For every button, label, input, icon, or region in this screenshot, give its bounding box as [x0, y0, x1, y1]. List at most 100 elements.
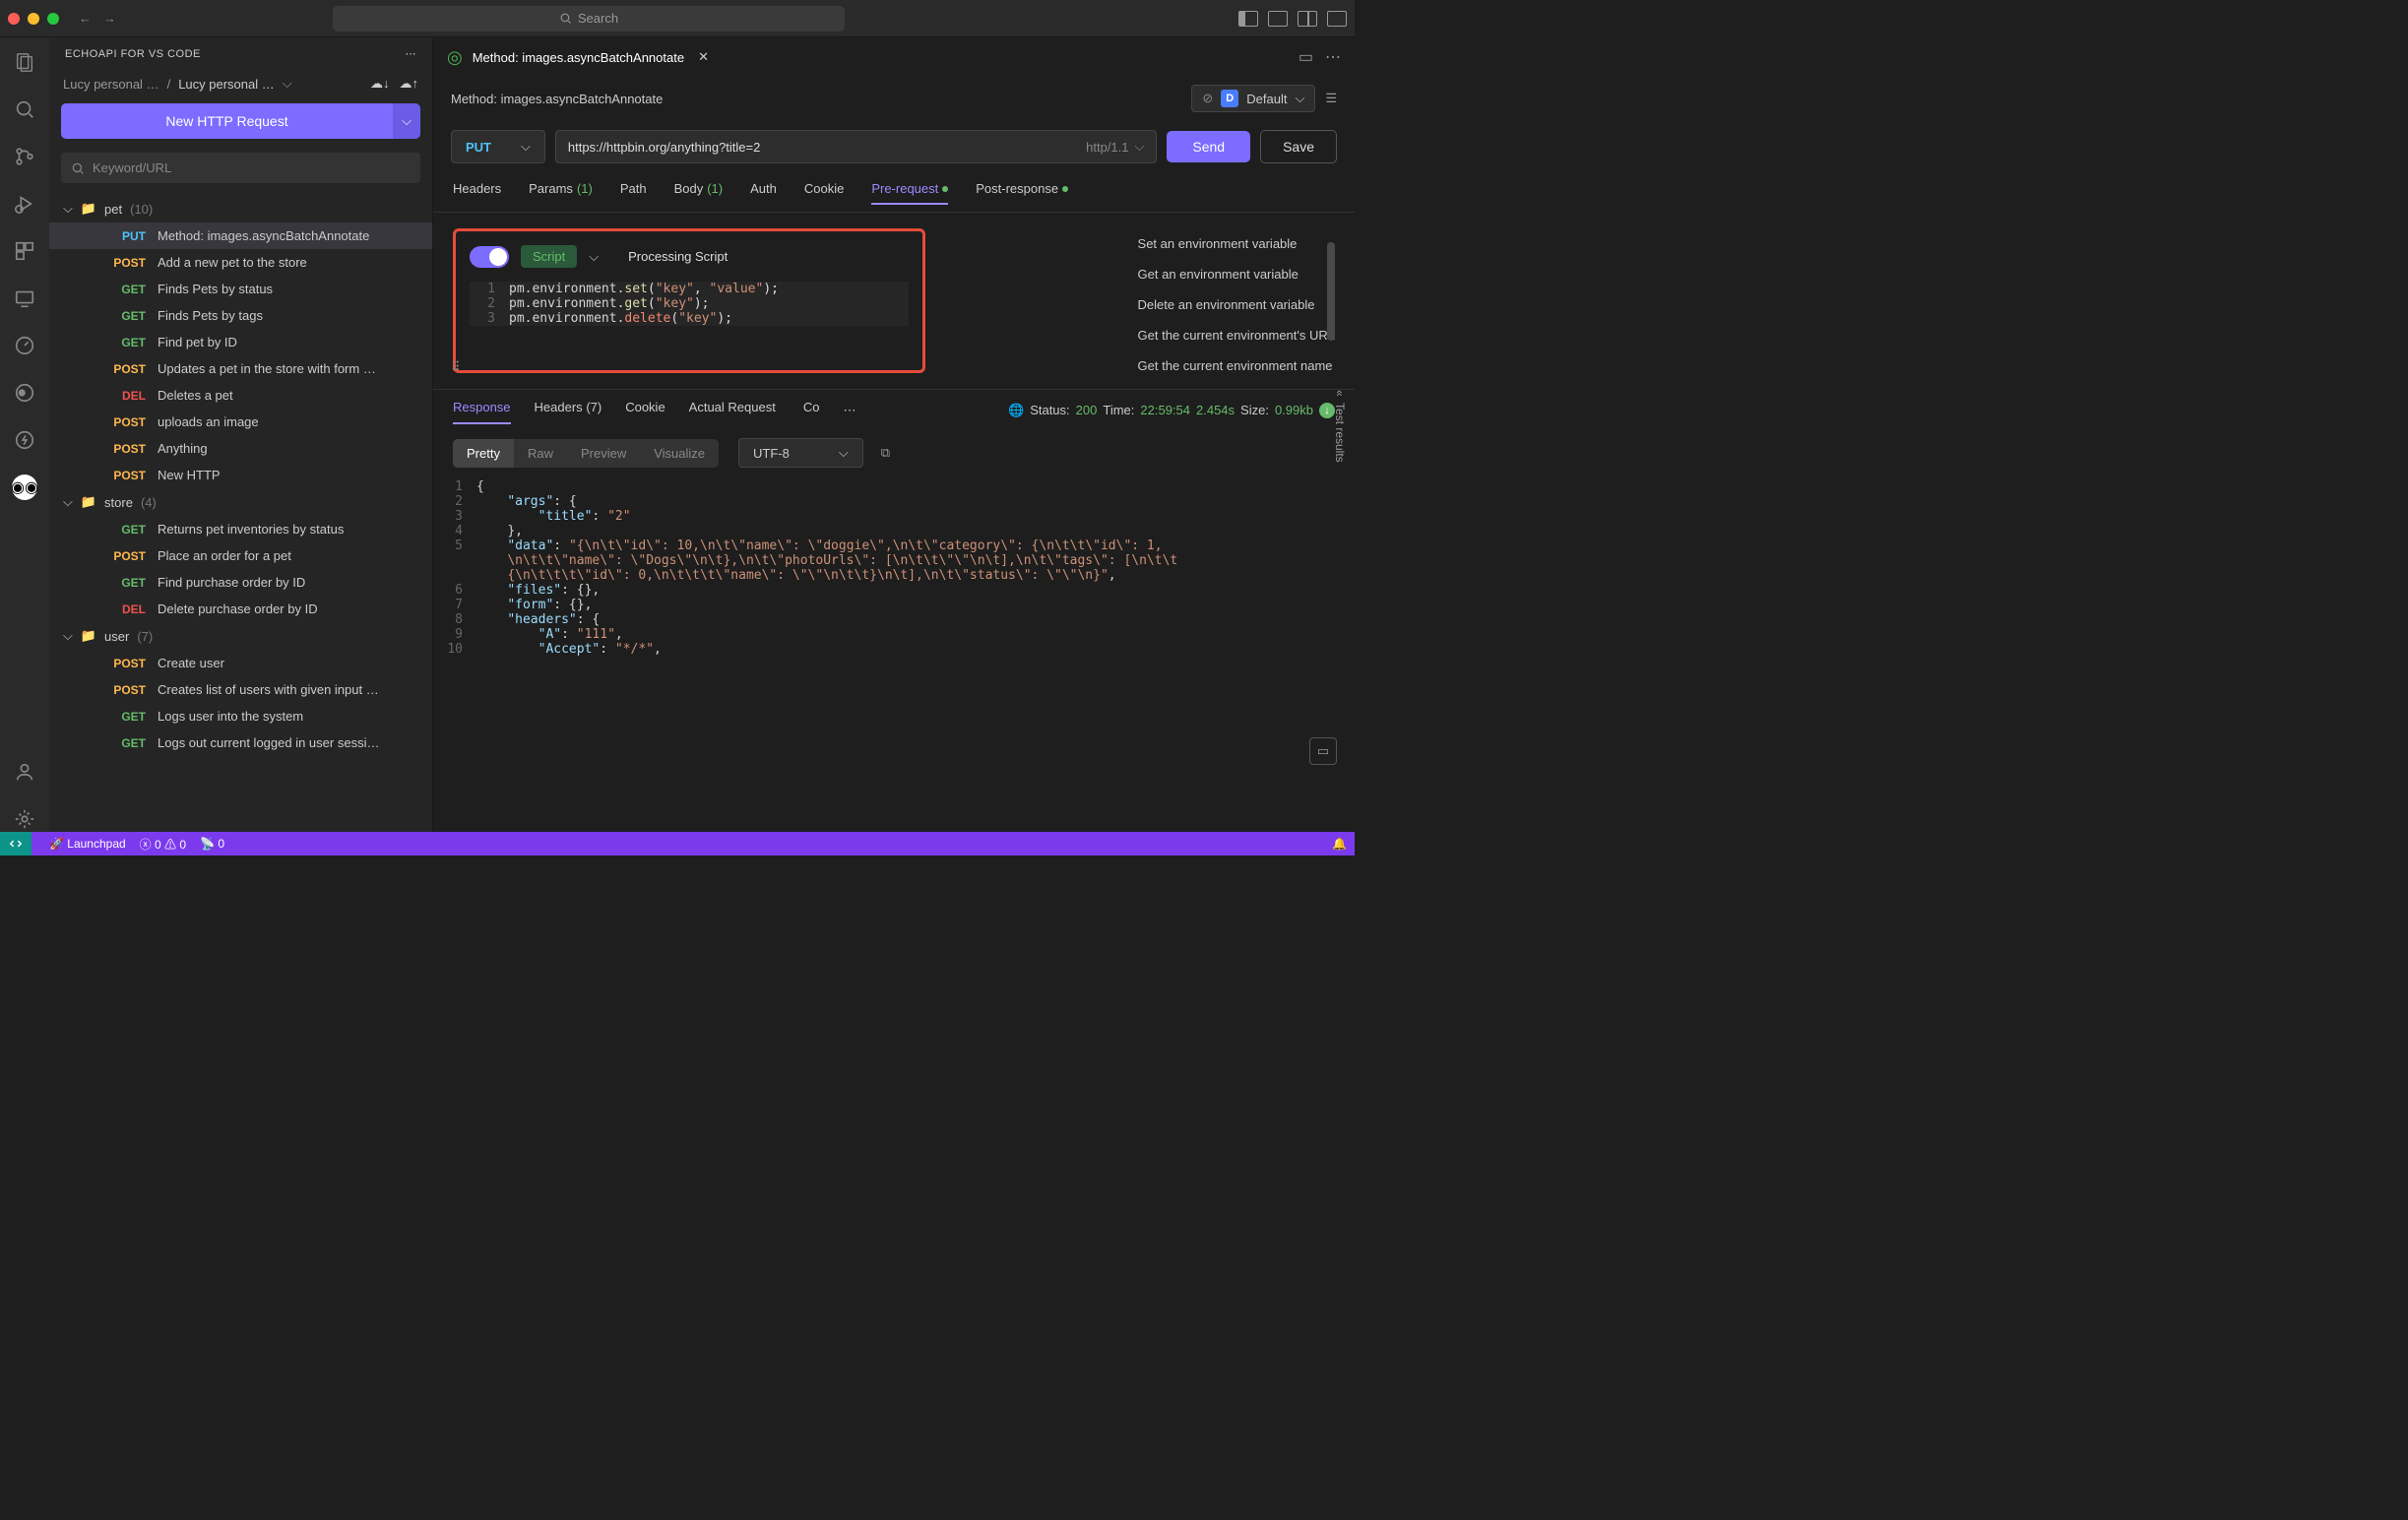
tab-resp-cookie[interactable]: Cookie: [625, 400, 665, 420]
request-item[interactable]: DELDeletes a pet: [49, 382, 432, 409]
project-name[interactable]: Lucy personal …: [178, 77, 275, 92]
folder-user[interactable]: ⌵📁user (7): [49, 622, 432, 650]
tab-path[interactable]: Path: [620, 181, 647, 204]
tab-resp-headers[interactable]: Headers (7): [535, 400, 602, 420]
split-editor-icon[interactable]: ▭: [1299, 47, 1313, 67]
orb-icon[interactable]: [12, 380, 37, 406]
cloud-download-icon[interactable]: ☁↓: [370, 76, 390, 92]
errors-indicator[interactable]: ⓧ 0 ⚠ 0: [140, 836, 186, 853]
nav-back-icon[interactable]: ←: [79, 11, 92, 26]
request-item[interactable]: GETFinds Pets by status: [49, 276, 432, 302]
settings-icon[interactable]: [12, 806, 37, 832]
new-request-button[interactable]: New HTTP Request ⌵: [61, 103, 420, 139]
snippet-item[interactable]: Get the current environment's URL: [1138, 328, 1335, 343]
close-window[interactable]: [8, 13, 20, 25]
request-item[interactable]: POSTCreate user: [49, 650, 432, 676]
seg-pretty[interactable]: Pretty: [453, 439, 514, 468]
workspace-name[interactable]: Lucy personal …: [63, 77, 159, 92]
chevron-down-icon[interactable]: ⌵: [589, 249, 599, 265]
editor-more-icon[interactable]: ⋯: [1325, 47, 1341, 67]
method-selector[interactable]: PUT ⌵: [451, 130, 545, 163]
menu-icon[interactable]: ☰: [1325, 91, 1337, 106]
seg-preview[interactable]: Preview: [567, 439, 640, 468]
search-icon[interactable]: [12, 96, 37, 122]
request-item[interactable]: GETReturns pet inventories by status: [49, 516, 432, 542]
explorer-icon[interactable]: [12, 49, 37, 75]
request-item[interactable]: GETFind purchase order by ID: [49, 569, 432, 596]
chevron-down-icon[interactable]: ⌵: [1135, 139, 1145, 155]
filter-input[interactable]: Keyword/URL: [61, 153, 420, 183]
tab-body[interactable]: Body (1): [674, 181, 724, 204]
folder-store[interactable]: ⌵📁store (4): [49, 488, 432, 516]
test-results-tab[interactable]: «Test results: [1329, 382, 1351, 470]
tab-response[interactable]: Response: [453, 400, 511, 420]
copy-icon[interactable]: ⧉: [881, 445, 890, 461]
request-item[interactable]: GETFinds Pets by tags: [49, 302, 432, 329]
panel-toggle-right-icon[interactable]: [1298, 11, 1317, 27]
request-item[interactable]: POSTPlace an order for a pet: [49, 542, 432, 569]
request-item[interactable]: POSTuploads an image: [49, 409, 432, 435]
request-item[interactable]: POSTAdd a new pet to the store: [49, 249, 432, 276]
seg-raw[interactable]: Raw: [514, 439, 567, 468]
code-editor[interactable]: 1pm.environment.set("key", "value"); 2pm…: [470, 282, 909, 326]
tab-title[interactable]: Method: images.asyncBatchAnnotate: [473, 50, 684, 65]
tab-actual-request[interactable]: Actual Request: [689, 400, 780, 420]
scrollbar[interactable]: [1327, 242, 1335, 341]
debug-icon[interactable]: [12, 191, 37, 217]
url-input[interactable]: https://httpbin.org/anything?title=2 htt…: [555, 130, 1158, 163]
extensions-icon[interactable]: [12, 238, 37, 264]
request-item[interactable]: PUTMethod: images.asyncBatchAnnotate: [49, 222, 432, 249]
nav-forward-icon[interactable]: →: [103, 11, 116, 26]
seg-visualize[interactable]: Visualize: [640, 439, 719, 468]
request-item[interactable]: POSTCreates list of users with given inp…: [49, 676, 432, 703]
tab-cookie[interactable]: Cookie: [804, 181, 844, 204]
sidebar-more-icon[interactable]: ⋯: [406, 47, 417, 60]
tab-params[interactable]: Params (1): [529, 181, 593, 204]
maximize-window[interactable]: [47, 13, 59, 25]
response-body[interactable]: 1{ 2 "args": { 3 "title": "2" 4 }, 5 "da…: [433, 475, 1355, 832]
request-item[interactable]: GETLogs user into the system: [49, 703, 432, 729]
send-button[interactable]: Send: [1167, 131, 1250, 162]
request-item[interactable]: POSTUpdates a pet in the store with form…: [49, 355, 432, 382]
global-search[interactable]: Search: [333, 6, 845, 32]
thunder-icon[interactable]: [12, 427, 37, 453]
chevron-down-icon[interactable]: ⌵: [283, 76, 292, 92]
new-request-dropdown[interactable]: ⌵: [393, 103, 420, 139]
notifications-icon[interactable]: 🔔: [1332, 837, 1347, 851]
snippet-item[interactable]: Get an environment variable: [1138, 267, 1335, 282]
layout-icon[interactable]: [1327, 11, 1347, 27]
snippet-item[interactable]: Delete an environment variable: [1138, 297, 1335, 312]
script-enabled-toggle[interactable]: [470, 246, 509, 268]
expand-panel-button[interactable]: ▭: [1309, 737, 1337, 765]
request-item[interactable]: POSTNew HTTP: [49, 462, 432, 488]
request-item[interactable]: GETFind pet by ID: [49, 329, 432, 355]
panel-toggle-bottom-icon[interactable]: [1268, 11, 1288, 27]
launchpad-button[interactable]: 🚀 Launchpad: [49, 837, 126, 851]
request-item[interactable]: POSTAnything: [49, 435, 432, 462]
folder-pet[interactable]: ⌵📁pet (10): [49, 195, 432, 222]
encoding-selector[interactable]: UTF-8 ⌵: [738, 438, 863, 468]
request-item[interactable]: GETLogs out current logged in user sessi…: [49, 729, 432, 756]
minimize-window[interactable]: [28, 13, 39, 25]
request-item[interactable]: DELDelete purchase order by ID: [49, 596, 432, 622]
cloud-upload-icon[interactable]: ☁↑: [400, 76, 419, 92]
tab-post-response[interactable]: Post-response: [976, 181, 1068, 204]
tab-headers[interactable]: Headers: [453, 181, 501, 204]
tab-co[interactable]: Co: [803, 400, 820, 420]
environment-selector[interactable]: ⊘ D Default ⌵: [1191, 85, 1315, 112]
save-button[interactable]: Save: [1260, 130, 1337, 163]
account-icon[interactable]: [12, 759, 37, 785]
tab-auth[interactable]: Auth: [750, 181, 777, 204]
dashboard-icon[interactable]: [12, 333, 37, 358]
ports-indicator[interactable]: 📡 0: [200, 837, 224, 851]
script-type-button[interactable]: Script: [521, 245, 577, 268]
close-tab-icon[interactable]: ✕: [698, 49, 709, 65]
remote-icon[interactable]: [12, 285, 37, 311]
tab-pre-request[interactable]: Pre-request: [871, 181, 948, 204]
snippet-item[interactable]: Get the current environment name: [1138, 358, 1335, 373]
snippet-item[interactable]: Set an environment variable: [1138, 236, 1335, 251]
tabs-overflow-icon[interactable]: ⋯: [843, 403, 855, 418]
echoapi-icon[interactable]: ◉◉: [12, 475, 37, 500]
source-control-icon[interactable]: [12, 144, 37, 169]
drag-handle[interactable]: ⠿: [451, 359, 461, 375]
